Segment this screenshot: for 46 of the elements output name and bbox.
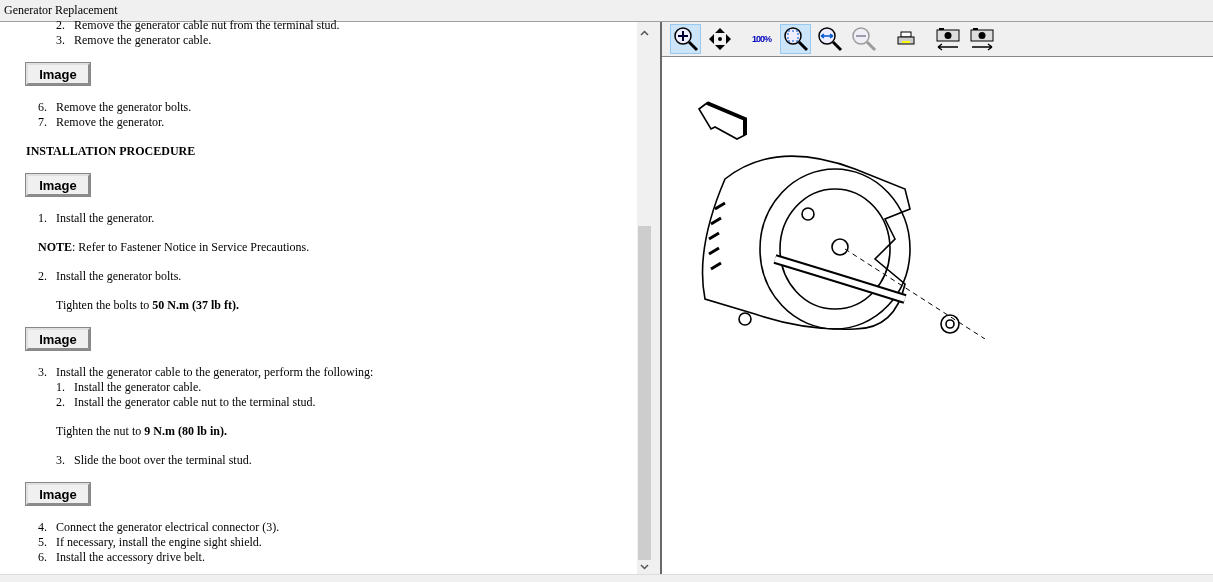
step-number: 5. — [38, 535, 48, 550]
step-number: 7. — [38, 115, 48, 130]
step-text: Install the generator cable to the generator, perform the following: — [56, 365, 374, 380]
step-number: 3. — [38, 365, 48, 380]
scroll-up-icon[interactable] — [640, 30, 649, 36]
zoom-in-button[interactable] — [670, 24, 701, 54]
zoom-fit-button[interactable] — [780, 24, 811, 54]
step-text: Remove the generator. — [56, 115, 165, 130]
step-number: 2. — [38, 269, 48, 284]
step-number: 3. — [56, 453, 66, 468]
zoom-actual-size-button[interactable]: 100% — [746, 24, 777, 54]
step-text: Install the generator cable nut to the terminal stud. — [74, 395, 316, 410]
magnifier-icon — [816, 26, 843, 52]
zoom-fit-icon — [782, 26, 809, 52]
step-text: Connect the generator electrical connector (3). — [56, 520, 280, 535]
zoom-out-icon — [850, 26, 877, 52]
four-arrows-icon — [707, 27, 732, 51]
scrollbar[interactable] — [637, 22, 652, 574]
step-text: Install the generator bolts. — [56, 269, 182, 284]
step-text: Install the generator cable. — [74, 380, 202, 395]
zoom-in-icon — [672, 26, 699, 52]
camera-left-arrow-icon — [934, 27, 961, 51]
printer-icon — [896, 31, 915, 47]
step-text: If necessary, install the engine sight shield. — [56, 535, 262, 550]
step-number: 6. — [38, 100, 48, 115]
step-number: 6. — [38, 550, 48, 565]
step-text: Install the accessory drive belt. — [56, 550, 205, 565]
note-text: NOTE: Refer to Fastener Notice in Service Precautions. — [37, 240, 311, 255]
step-number: 4. — [38, 520, 48, 535]
image-button[interactable]: Image — [26, 328, 90, 350]
camera-right-arrow-icon — [968, 27, 995, 51]
step-text: Slide the boot over the terminal stud. — [74, 453, 252, 468]
torque-spec: Tighten the nut to 9 N.m (80 lb in). — [55, 424, 228, 439]
step-text: Install the generator. — [56, 211, 155, 226]
image-button[interactable]: Image — [26, 174, 90, 196]
step-number: 3. — [56, 33, 66, 48]
step-number: 2. — [56, 395, 66, 410]
step-number: 1. — [38, 211, 48, 226]
step-number: 1. — [56, 380, 66, 395]
scroll-down-icon[interactable] — [640, 564, 649, 570]
torque-spec: Tighten the bolts to 50 N.m (37 lb ft). — [55, 298, 240, 313]
image-button[interactable]: Image — [26, 63, 90, 85]
step-text: Remove the generator bolts. — [56, 100, 192, 115]
section-heading: INSTALLATION PROCEDURE — [26, 144, 197, 159]
image-button[interactable]: Image — [26, 483, 90, 505]
step-text: Remove the generator cable. — [74, 33, 212, 48]
